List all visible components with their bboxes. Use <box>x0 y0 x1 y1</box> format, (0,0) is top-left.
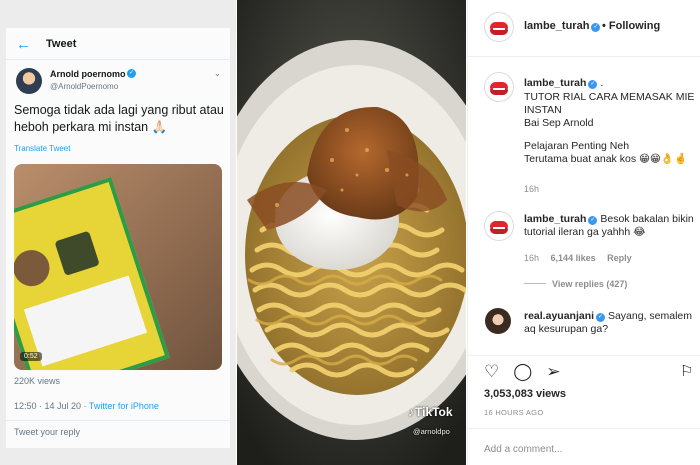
lips-logo-icon <box>493 88 505 90</box>
noodle-package-image <box>14 177 170 370</box>
divider <box>468 355 700 356</box>
tweet-author-avatar[interactable] <box>16 68 42 94</box>
tweet-timestamp: 12:50 · 14 Jul 20 · Twitter for iPhone <box>14 401 159 411</box>
chevron-down-icon[interactable]: ⌄ <box>214 69 221 78</box>
verified-badge-icon: ✓ <box>591 23 601 32</box>
comment-time[interactable]: 16h <box>524 253 539 263</box>
arrow-left-icon[interactable]: ← <box>16 36 31 53</box>
following-button[interactable]: • Following <box>602 20 660 32</box>
lips-logo-icon <box>493 28 505 30</box>
reply-button[interactable]: Reply <box>607 253 632 263</box>
post-views-count[interactable]: 3,053,083 views <box>484 388 566 400</box>
caption-line-credit: Bai Sep Arnold <box>524 117 594 129</box>
post-time-ago[interactable]: 16 HOURS AGO <box>484 408 543 417</box>
verified-badge-icon: ✓ <box>127 69 136 78</box>
verified-badge-icon: ✓ <box>596 313 606 322</box>
tiktok-icon: ♪ <box>408 405 414 419</box>
tweet-author-handle[interactable]: @ArnoldPoernomo <box>50 82 118 91</box>
caption-time[interactable]: 16h <box>524 184 539 194</box>
divider <box>524 283 546 284</box>
post-actions: ♡ ◯ ➢ <box>484 362 575 382</box>
tweet-reply-input[interactable]: Tweet your reply <box>14 427 80 437</box>
bookmark-icon[interactable]: ⚐ <box>680 362 693 380</box>
share-icon[interactable]: ➢ <box>546 362 560 381</box>
divider <box>468 56 700 57</box>
package-graphic <box>14 245 55 291</box>
commenter-avatar[interactable] <box>485 308 511 334</box>
lambe-turah-avatar[interactable] <box>484 12 514 42</box>
instagram-panel: lambe_turah ✓ • Following lambe_turah ✓ . … <box>467 0 700 465</box>
post-header-username-text[interactable]: lambe_turah <box>524 20 589 32</box>
translate-tweet-link[interactable]: Translate Tweet <box>14 144 70 153</box>
comment-likes[interactable]: 6,144 likes <box>551 253 596 263</box>
comment-icon[interactable]: ◯ <box>513 362 532 381</box>
caption-suffix: . <box>597 77 604 89</box>
tiktok-watermark: ♪TikTok <box>408 405 453 419</box>
lips-logo-icon <box>493 227 505 229</box>
package-graphic <box>54 230 100 276</box>
tweet-author-name[interactable]: Arnold poernomo <box>50 69 126 79</box>
lambe-turah-avatar[interactable] <box>484 72 514 102</box>
comment-username[interactable]: lambe_turah <box>524 213 586 225</box>
comment-real-ayuanjani: real.ayuanjani ✓ Sayang, semalem aq kesur… <box>524 310 696 336</box>
tweet-header-title: Tweet <box>46 38 77 50</box>
view-replies-button[interactable]: View replies (427) <box>524 279 627 289</box>
comment-username[interactable]: real.ayuanjani <box>524 310 594 322</box>
video-duration-badge: 0:52 <box>20 352 42 361</box>
tiktok-label: TikTok <box>415 405 453 419</box>
divider <box>468 428 700 429</box>
lambe-turah-avatar[interactable] <box>484 211 514 241</box>
heart-icon[interactable]: ♡ <box>484 362 499 381</box>
comment-meta: 16h 6,144 likes Reply <box>524 253 641 263</box>
caption-line-lesson: Pelajaran Penting Neh <box>524 140 630 152</box>
twitter-screenshot-panel: ← Tweet Arnold poernomo ✓ @ArnoldPoernom… <box>0 0 236 465</box>
tweet-card: ← Tweet Arnold poernomo ✓ @ArnoldPoernom… <box>6 28 230 448</box>
view-replies-label[interactable]: View replies (427) <box>552 279 627 289</box>
tweet-source-link[interactable]: Twitter for iPhone <box>89 401 159 411</box>
divider <box>6 420 230 421</box>
post-caption: lambe_turah ✓ . TUTOR RIAL CARA MEMASAK M… <box>524 73 696 166</box>
caption-line-audience: Terutama buat anak kos 😁😁👌🤞 <box>524 153 688 165</box>
tweet-header: ← Tweet <box>6 28 230 60</box>
caption-username[interactable]: lambe_turah <box>524 77 586 89</box>
tweet-video[interactable]: 0:52 <box>14 164 222 370</box>
noodle-bowl-image <box>237 0 466 465</box>
tiktok-handle: @arnoldpo <box>413 427 450 436</box>
caption-line-title: TUTOR RIAL CARA MEMASAK MIE INSTAN <box>524 91 695 116</box>
noodle-photo: ♪TikTok @arnoldpo <box>237 0 466 465</box>
add-comment-input[interactable]: Add a comment... <box>484 444 562 455</box>
tweet-time-date: 12:50 · 14 Jul 20 · <box>14 401 89 411</box>
post-header-username[interactable]: lambe_turah ✓ <box>524 20 601 32</box>
tweet-views-count: 220K views <box>14 376 61 386</box>
caption-author: lambe_turah ✓ . <box>524 73 696 91</box>
comment-lambe-turah: lambe_turah ✓ Besok bakalan bikin tutoria… <box>524 213 696 239</box>
package-label <box>23 275 148 367</box>
tweet-text: Semoga tidak ada lagi yang ribut atau he… <box>14 103 224 134</box>
